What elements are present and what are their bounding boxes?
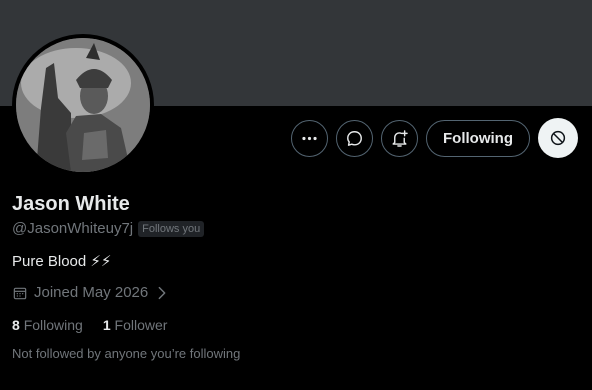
following-count: 8 <box>12 317 20 333</box>
more-button[interactable] <box>291 119 329 157</box>
followers-stat[interactable]: 1 Follower <box>103 317 168 333</box>
notify-button[interactable] <box>381 119 419 157</box>
profile-actions: Following <box>291 118 578 158</box>
statue-image-icon <box>16 38 150 172</box>
follows-you-badge: Follows you <box>138 220 205 237</box>
avatar-image <box>16 38 150 172</box>
message-icon <box>347 130 362 146</box>
chevron-right-icon <box>158 286 166 299</box>
not-followed-note: Not followed by anyone you’re following <box>12 346 241 361</box>
followers-count: 1 <box>102 317 111 333</box>
message-button[interactable] <box>336 119 374 157</box>
profile-name: Jason White <box>12 193 130 215</box>
profile-bio: Pure Blood ⚡⚡ <box>12 253 112 270</box>
following-button[interactable]: Following <box>426 119 530 157</box>
calendar-icon <box>13 287 27 299</box>
avatar[interactable] <box>12 34 154 176</box>
block-button[interactable] <box>538 118 578 158</box>
joined-row[interactable]: Joined May 2026 <box>12 284 170 301</box>
following-stat[interactable]: 8 Following <box>12 317 83 333</box>
follow-stats: 8 Following 1 Follower <box>12 317 167 333</box>
following-label: Following <box>23 317 83 333</box>
more-icon <box>302 136 317 140</box>
handle-row: @JasonWhiteuy7j Follows you <box>12 220 205 237</box>
followers-label: Follower <box>114 317 168 333</box>
block-icon <box>550 130 566 146</box>
bell-plus-icon <box>392 129 408 147</box>
profile-handle: @JasonWhiteuy7j <box>12 220 134 237</box>
joined-date: Joined May 2026 <box>34 284 149 301</box>
